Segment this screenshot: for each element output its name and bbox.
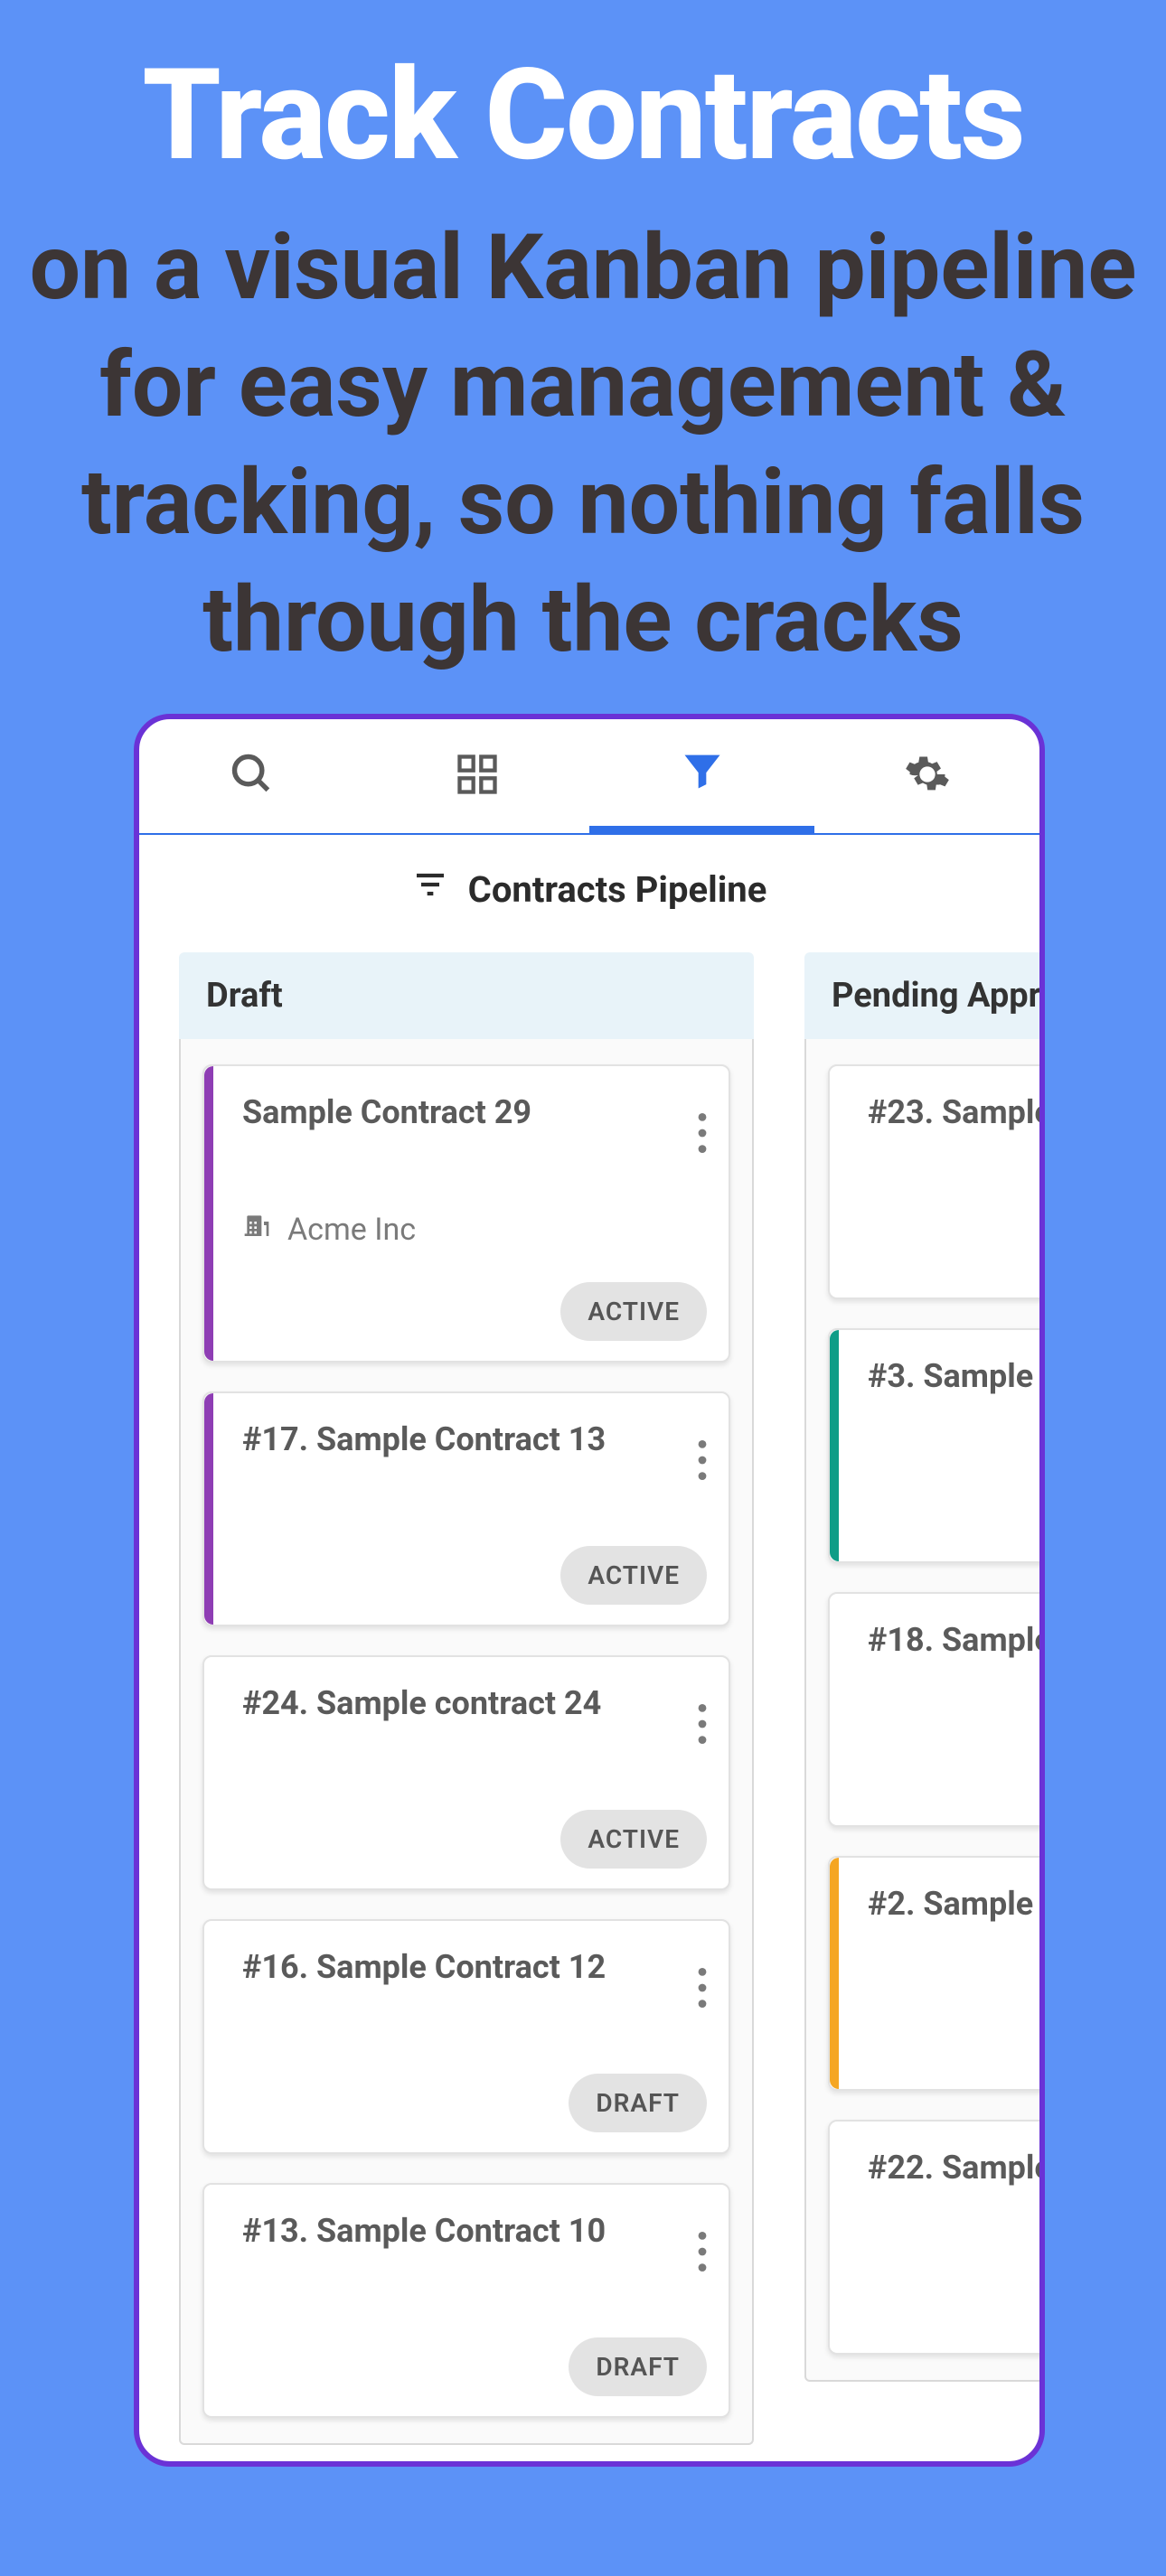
kebab-icon	[698, 2258, 707, 2275]
column-body: Sample Contract 29 Acme Inc ACTIVE #17. …	[179, 1039, 754, 2445]
card-title: #24. Sample contract 24	[242, 1684, 701, 1722]
card-title: #3. Sample Contract 3	[868, 1357, 1045, 1395]
kanban-column-pending-approval: Pending Approval #23. Sample contract 23…	[804, 952, 1045, 2445]
card-menu-button[interactable]	[698, 1440, 707, 1484]
kanban-column-draft: Draft Sample Contract 29 Acme Inc ACTIVE	[179, 952, 754, 2445]
card-title: Sample Contract 29	[242, 1093, 701, 1131]
app-frame: Contracts Pipeline Draft Sample Contract…	[134, 714, 1045, 2467]
page-title: Contracts Pipeline	[468, 868, 767, 911]
status-pill: ACTIVE	[560, 1282, 707, 1341]
card-title: #2. Sample Draft 2	[868, 1885, 1045, 1923]
card-company: Acme Inc	[242, 1211, 701, 1248]
kebab-icon	[698, 1139, 707, 1157]
settings-tab[interactable]	[814, 719, 1039, 833]
search-tab[interactable]	[139, 719, 364, 833]
card-company-name: Acme Inc	[287, 1212, 416, 1248]
card-title: #13. Sample Contract 10	[242, 2212, 701, 2250]
filter-lines-icon	[412, 866, 448, 912]
kanban-card[interactable]: Sample Contract 29 Acme Inc ACTIVE	[202, 1064, 730, 1363]
status-pill: DRAFT	[569, 2074, 707, 2132]
grid-view-tab[interactable]	[364, 719, 589, 833]
card-title: #22. Sample Contract 22	[868, 2149, 1045, 2187]
card-menu-button[interactable]	[698, 2232, 707, 2275]
gear-icon	[904, 751, 951, 801]
search-icon	[229, 751, 276, 801]
card-menu-button[interactable]	[698, 1113, 707, 1157]
status-pill: DRAFT	[569, 2337, 707, 2396]
card-stripe	[830, 1330, 839, 1561]
filter-tab[interactable]	[589, 719, 814, 833]
column-header: Draft	[179, 952, 754, 1039]
kanban-card[interactable]: #23. Sample contract 23 PENDING	[828, 1064, 1045, 1299]
card-title: #16. Sample Contract 12	[242, 1948, 701, 1986]
column-header: Pending Approval	[804, 952, 1045, 1039]
kebab-icon	[698, 1994, 707, 2011]
kanban-card[interactable]: #24. Sample contract 24 ACTIVE	[202, 1655, 730, 1890]
card-stripe	[204, 1393, 213, 1625]
promo-subtitle: on a visual Kanban pipeline for easy man…	[0, 210, 1166, 679]
top-tab-bar	[139, 719, 1039, 835]
kanban-card[interactable]: #17. Sample Contract 13 ACTIVE	[202, 1391, 730, 1626]
grid-icon	[454, 751, 501, 801]
kanban-card[interactable]: #3. Sample Contract 3 PENDING	[828, 1328, 1045, 1563]
status-pill: ACTIVE	[560, 1546, 707, 1605]
card-menu-button[interactable]	[698, 1704, 707, 1747]
card-title: #18. Sample Contract 18	[868, 1621, 1045, 1659]
status-pill: ACTIVE	[560, 1810, 707, 1869]
column-body: #23. Sample contract 23 PENDING #3. Samp…	[804, 1039, 1045, 2382]
card-stripe	[204, 1066, 213, 1361]
card-title: #17. Sample Contract 13	[242, 1420, 701, 1458]
kanban-card[interactable]: #22. Sample Contract 22 PENDING	[828, 2120, 1045, 2355]
promo-headline: Track Contracts	[0, 50, 1166, 183]
card-stripe	[830, 1858, 839, 2089]
card-menu-button[interactable]	[698, 1968, 707, 2011]
kanban-card[interactable]: #13. Sample Contract 10 DRAFT	[202, 2183, 730, 2418]
kebab-icon	[698, 1466, 707, 1484]
page-title-row[interactable]: Contracts Pipeline	[139, 835, 1039, 943]
kanban-card[interactable]: #16. Sample Contract 12 DRAFT	[202, 1919, 730, 2154]
funnel-icon	[679, 747, 726, 798]
card-title: #23. Sample contract 23	[868, 1093, 1045, 1131]
kanban-board[interactable]: Draft Sample Contract 29 Acme Inc ACTIVE	[139, 943, 1039, 2445]
kanban-card[interactable]: #18. Sample Contract 18 PENDING	[828, 1592, 1045, 1827]
kanban-card[interactable]: #2. Sample Draft 2 PENDING	[828, 1856, 1045, 2091]
kebab-icon	[698, 1730, 707, 1747]
building-icon	[242, 1211, 271, 1248]
